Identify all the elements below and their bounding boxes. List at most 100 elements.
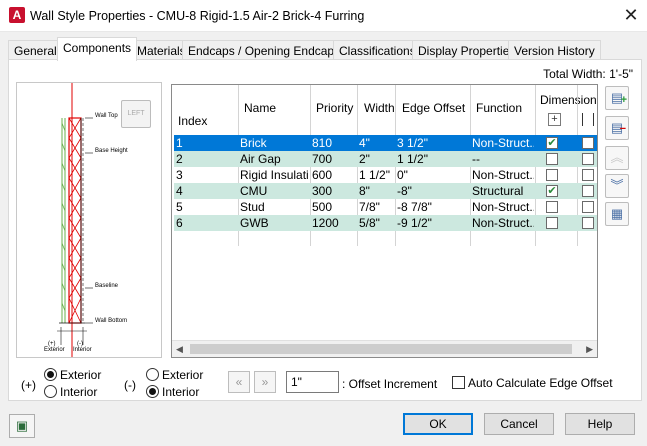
copy-component-button[interactable]: ▦ bbox=[605, 202, 629, 226]
cell-index[interactable]: 3 bbox=[176, 168, 183, 182]
positive-interior-label[interactable]: Interior bbox=[60, 385, 97, 399]
components-table: Index Name Priority Width Edge Offset Fu… bbox=[171, 84, 598, 358]
dimension-checkbox-2[interactable] bbox=[582, 201, 594, 213]
table-row[interactable]: 5 Stud 500 7/8" -8 7/8" Non-Struct... bbox=[174, 199, 597, 215]
negative-interior-label[interactable]: Interior bbox=[162, 385, 199, 399]
tab-components[interactable]: Components bbox=[57, 37, 138, 61]
cell-width[interactable]: 8" bbox=[359, 184, 370, 198]
cell-edge-offset[interactable]: -9 1/2" bbox=[397, 216, 432, 230]
dimension-checkbox[interactable] bbox=[546, 201, 558, 213]
cell-width[interactable]: 4" bbox=[359, 136, 370, 150]
cell-width[interactable]: 5/8" bbox=[359, 216, 380, 230]
cell-index[interactable]: 4 bbox=[176, 184, 183, 198]
cell-function[interactable]: -- bbox=[472, 152, 534, 166]
header-function[interactable]: Function bbox=[476, 101, 522, 115]
add-component-button[interactable]: ▤ + bbox=[605, 86, 629, 110]
cell-function[interactable]: Non-Struct... bbox=[472, 168, 534, 182]
table-row[interactable]: 3 Rigid Insulati... 600 1 1/2" 0" Non-Struct.… bbox=[174, 167, 597, 183]
cell-index[interactable]: 2 bbox=[176, 152, 183, 166]
cell-name[interactable]: CMU bbox=[240, 184, 308, 198]
tab-endcaps[interactable]: Endcaps / Opening Endcaps bbox=[182, 40, 347, 60]
cell-edge-offset[interactable]: -8 7/8" bbox=[397, 200, 432, 214]
dimension-checkbox[interactable] bbox=[546, 217, 558, 229]
table-row[interactable]: 1 Brick 810 4" 3 1/2" Non-Struct... ✔ bbox=[174, 135, 597, 151]
cell-priority[interactable]: 700 bbox=[312, 152, 332, 166]
cell-priority[interactable]: 1200 bbox=[312, 216, 339, 230]
header-priority[interactable]: Priority bbox=[316, 101, 353, 115]
offset-decrement-icon[interactable]: « bbox=[228, 371, 250, 393]
table-row[interactable]: 6 GWB 1200 5/8" -9 1/2" Non-Struct... bbox=[174, 215, 597, 231]
tab-general[interactable]: General bbox=[8, 40, 63, 60]
cell-width[interactable]: 7/8" bbox=[359, 200, 380, 214]
cell-edge-offset[interactable]: 1 1/2" bbox=[397, 152, 428, 166]
move-up-button[interactable]: ︽ bbox=[605, 146, 629, 170]
ok-button[interactable]: OK bbox=[403, 413, 473, 435]
wall-bottom-label: Wall Bottom bbox=[95, 318, 128, 324]
header-dimension[interactable]: Dimension bbox=[540, 93, 597, 107]
header-index[interactable]: Index bbox=[178, 114, 207, 128]
offset-increment-icon[interactable]: » bbox=[254, 371, 276, 393]
dimension-checkbox[interactable] bbox=[546, 153, 558, 165]
dimension-checkbox-2[interactable] bbox=[582, 137, 594, 149]
cell-index[interactable]: 5 bbox=[176, 200, 183, 214]
help-button[interactable]: Help bbox=[565, 413, 635, 435]
negative-interior-radio[interactable] bbox=[146, 385, 159, 398]
remove-component-button[interactable]: ▤ − bbox=[605, 116, 629, 140]
scrollbar-thumb[interactable] bbox=[190, 344, 572, 354]
auto-calculate-label[interactable]: Auto Calculate Edge Offset bbox=[468, 376, 613, 390]
negative-exterior-label[interactable]: Exterior bbox=[162, 368, 203, 382]
dimension-checkbox[interactable] bbox=[546, 169, 558, 181]
cell-priority[interactable]: 600 bbox=[312, 168, 332, 182]
dimension-checkbox-2[interactable] bbox=[582, 217, 594, 229]
cell-edge-offset[interactable]: -8" bbox=[397, 184, 412, 198]
cell-function[interactable]: Non-Struct... bbox=[472, 216, 534, 230]
positive-exterior-label[interactable]: Exterior bbox=[60, 368, 101, 382]
expand-icon[interactable]: + bbox=[548, 113, 561, 126]
cell-width[interactable]: 1 1/2" bbox=[359, 168, 390, 182]
cell-priority[interactable]: 500 bbox=[312, 200, 332, 214]
table-header: Index Name Priority Width Edge Offset Fu… bbox=[172, 85, 597, 135]
cell-name[interactable]: GWB bbox=[240, 216, 308, 230]
dimension-checkbox-2[interactable] bbox=[582, 169, 594, 181]
cell-priority[interactable]: 300 bbox=[312, 184, 332, 198]
auto-calculate-checkbox[interactable] bbox=[452, 376, 465, 389]
dimension-checkbox-2[interactable] bbox=[582, 153, 594, 165]
positive-exterior-radio[interactable] bbox=[44, 368, 57, 381]
scroll-left-icon[interactable]: ◀ bbox=[176, 344, 183, 355]
tab-version-history[interactable]: Version History bbox=[508, 40, 601, 60]
dimension-checkbox[interactable]: ✔ bbox=[546, 185, 558, 197]
wall-style-browser-icon[interactable]: ▣ bbox=[9, 414, 35, 438]
offset-increment-input[interactable]: 1" bbox=[286, 371, 339, 393]
wall-top-label: Wall Top bbox=[95, 113, 118, 119]
cell-width[interactable]: 2" bbox=[359, 152, 370, 166]
cell-priority[interactable]: 810 bbox=[312, 136, 332, 150]
move-down-button[interactable]: ︾ bbox=[605, 174, 629, 198]
cell-name[interactable]: Air Gap bbox=[240, 152, 308, 166]
tab-display-properties[interactable]: Display Properties bbox=[412, 40, 522, 60]
negative-exterior-radio[interactable] bbox=[146, 368, 159, 381]
header-name[interactable]: Name bbox=[244, 101, 276, 115]
horizontal-scrollbar[interactable]: ◀ ▶ bbox=[172, 340, 597, 357]
header-edge-offset[interactable]: Edge Offset bbox=[402, 101, 465, 115]
dimension-checkbox[interactable]: ✔ bbox=[546, 137, 558, 149]
cell-function[interactable]: Structural bbox=[472, 184, 534, 198]
header-width[interactable]: Width bbox=[364, 101, 395, 115]
close-icon[interactable]: ✕ bbox=[620, 4, 642, 26]
scroll-right-icon[interactable]: ▶ bbox=[586, 344, 593, 355]
cell-name[interactable]: Rigid Insulati... bbox=[240, 168, 308, 182]
table-row[interactable]: 4 CMU 300 8" -8" Structural ✔ bbox=[174, 183, 597, 199]
table-row[interactable]: 2 Air Gap 700 2" 1 1/2" -- bbox=[174, 151, 597, 167]
cell-function[interactable]: Non-Struct... bbox=[472, 200, 534, 214]
view-left-button[interactable]: LEFT bbox=[121, 100, 151, 128]
cell-edge-offset[interactable]: 0" bbox=[397, 168, 408, 182]
cancel-button[interactable]: Cancel bbox=[484, 413, 554, 435]
dimension-checkbox-2[interactable] bbox=[582, 185, 594, 197]
cell-index[interactable]: 1 bbox=[176, 136, 183, 150]
cell-function[interactable]: Non-Struct... bbox=[472, 136, 534, 150]
cell-name[interactable]: Stud bbox=[240, 200, 308, 214]
cell-name[interactable]: Brick bbox=[240, 136, 308, 150]
positive-interior-radio[interactable] bbox=[44, 385, 57, 398]
cell-index[interactable]: 6 bbox=[176, 216, 183, 230]
cell-edge-offset[interactable]: 3 1/2" bbox=[397, 136, 428, 150]
tab-classifications[interactable]: Classifications bbox=[333, 40, 422, 60]
